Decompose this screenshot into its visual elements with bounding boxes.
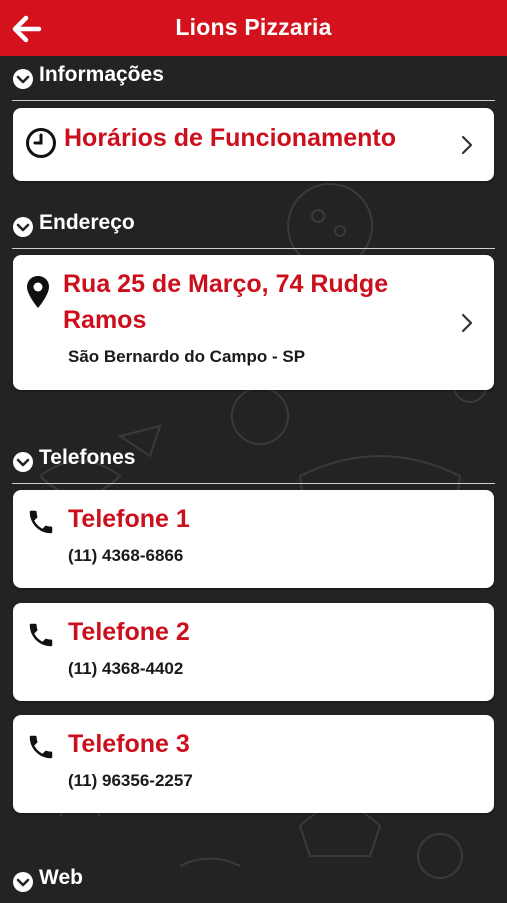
phone-card[interactable]: Telefone 3 (11) 96356-2257	[13, 715, 494, 813]
address-street-line2: Ramos	[63, 306, 147, 334]
address-city: São Bernardo do Campo - SP	[68, 347, 306, 366]
phone-icon	[29, 735, 53, 759]
section-title-address: Endereço	[39, 211, 135, 234]
section-header-address[interactable]: Endereço	[12, 204, 495, 249]
address-street-line1: Rua 25 de Março, 74 Rudge	[63, 270, 389, 298]
phone-number: (11) 96356-2257	[68, 771, 193, 790]
clock-icon	[26, 128, 56, 158]
address-card[interactable]: Rua 25 de Março, 74 Rudge Ramos São Bern…	[13, 255, 494, 390]
page-title: Lions Pizzaria	[175, 14, 332, 40]
section-header-web[interactable]: Web	[12, 859, 495, 903]
phone-card[interactable]: Telefone 2 (11) 4368-4402	[13, 603, 494, 701]
section-title-phones: Telefones	[39, 446, 136, 469]
phone-number: (11) 4368-4402	[68, 659, 184, 678]
phone-number: (11) 4368-6866	[68, 546, 184, 565]
section-header-phones[interactable]: Telefones	[12, 439, 495, 484]
phone-label: Telefone 1	[68, 505, 190, 533]
phone-icon	[29, 510, 53, 534]
app-bar: Lions Pizzaria	[0, 0, 507, 56]
phone-icon	[29, 623, 53, 647]
chevron-right-icon	[461, 313, 473, 333]
chevron-down-icon	[13, 452, 33, 472]
chevron-down-icon	[13, 872, 33, 892]
hours-label: Horários de Funcionamento	[64, 124, 396, 152]
chevron-right-icon	[461, 135, 473, 155]
phone-label: Telefone 2	[68, 618, 190, 646]
map-pin-icon	[27, 276, 49, 308]
chevron-down-icon	[13, 217, 33, 237]
hours-card[interactable]: Horários de Funcionamento	[13, 108, 494, 181]
section-title-web: Web	[39, 866, 83, 889]
section-header-info[interactable]: Informações	[12, 56, 495, 101]
phone-card[interactable]: Telefone 1 (11) 4368-6866	[13, 490, 494, 588]
address-street: Rua 25 de Março, 74 Rudge Ramos	[63, 266, 443, 338]
section-title-info: Informações	[39, 63, 164, 86]
chevron-down-icon	[13, 69, 33, 89]
phone-label: Telefone 3	[68, 730, 190, 758]
